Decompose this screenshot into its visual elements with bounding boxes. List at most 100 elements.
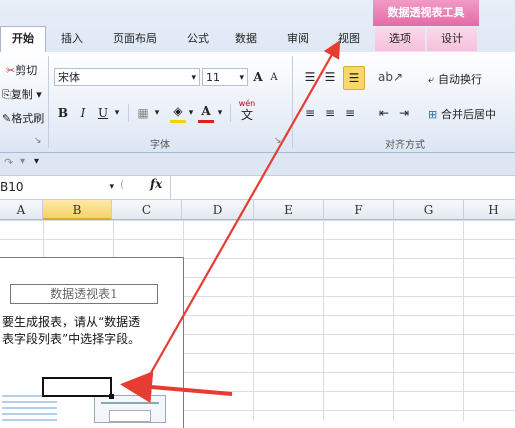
- formula-input[interactable]: [176, 179, 506, 196]
- tab-design-label: 设计: [441, 32, 463, 45]
- phonetic-guide-button[interactable]: wén 文: [236, 99, 258, 123]
- scissors-icon: ✂: [6, 64, 16, 77]
- column-header-g[interactable]: G: [394, 200, 464, 220]
- tab-data[interactable]: 数据: [226, 27, 266, 51]
- phonetic-icon: 文: [240, 108, 253, 122]
- column-header-f[interactable]: F: [324, 200, 394, 220]
- group-divider: [48, 56, 49, 148]
- merge-cells-icon: ⊞: [428, 108, 438, 121]
- column-header-c[interactable]: C: [112, 200, 182, 220]
- align-top-icon[interactable]: ☰: [302, 68, 318, 86]
- merge-center-button[interactable]: ⊞ 合并后居中: [428, 106, 496, 122]
- chevron-down-icon[interactable]: ▾: [216, 104, 224, 122]
- divider: [170, 176, 171, 199]
- wrap-text-button[interactable]: ⤶ 自动换行: [428, 71, 482, 87]
- tab-page-layout[interactable]: 页面布局: [104, 27, 166, 51]
- font-color-icon[interactable]: A: [198, 102, 214, 123]
- redo-icon[interactable]: ↷: [4, 156, 13, 169]
- chevron-down-icon[interactable]: ▾: [152, 104, 162, 122]
- alignment-group-label: 对齐方式: [385, 140, 425, 151]
- cut-label: 剪切: [15, 64, 38, 77]
- paintbrush-icon: ✎: [2, 112, 12, 125]
- wrap-text-icon: ⤶: [428, 73, 435, 86]
- increase-indent-icon[interactable]: ⇥: [396, 104, 412, 122]
- chevron-down-icon: ▾: [191, 73, 196, 83]
- tab-home-label: 开始: [12, 32, 34, 45]
- active-cell-b10[interactable]: [42, 377, 112, 397]
- column-header-e[interactable]: E: [254, 200, 324, 220]
- pivot-layout-icon: [94, 395, 166, 423]
- font-group-label: 字体: [150, 140, 170, 151]
- tab-formulas-label: 公式: [187, 32, 209, 45]
- tab-review[interactable]: 审阅: [278, 27, 318, 51]
- font-name-dropdown[interactable]: 宋体 ▾: [54, 68, 200, 86]
- pivot-instructions-line-2: 表字段列表”中选择字段。: [2, 332, 141, 346]
- chevron-down-icon[interactable]: ▾: [187, 104, 195, 122]
- pivot-table-title: 数据透视表1: [10, 284, 158, 304]
- tab-insert-label: 插入: [61, 32, 83, 45]
- divider: [101, 402, 159, 404]
- chevron-down-icon: ▾: [109, 182, 114, 192]
- divider: [230, 104, 231, 122]
- tab-data-label: 数据: [235, 32, 257, 45]
- tab-options[interactable]: 选项: [375, 27, 425, 51]
- chevron-down-icon[interactable]: ▾: [20, 156, 25, 167]
- chevron-down-icon[interactable]: ▾: [112, 104, 122, 122]
- tab-view[interactable]: 视图: [328, 27, 370, 51]
- tab-page-layout-label: 页面布局: [113, 32, 157, 45]
- name-box[interactable]: B10 ▾: [0, 178, 118, 196]
- cut-button[interactable]: ✂剪切: [6, 62, 37, 78]
- name-box-value: B10: [0, 180, 24, 194]
- font-launcher-icon[interactable]: ↘: [274, 136, 282, 146]
- customize-toolbar-icon[interactable]: ▾: [34, 156, 39, 167]
- orientation-icon[interactable]: ab↗: [378, 68, 403, 86]
- format-painter-label: 格式刷: [11, 112, 45, 125]
- wrap-text-label: 自动换行: [438, 73, 482, 86]
- borders-icon[interactable]: ▦: [134, 104, 152, 122]
- column-header-d[interactable]: D: [182, 200, 254, 220]
- resize-handle-icon[interactable]: (: [120, 178, 124, 191]
- align-bottom-icon[interactable]: ☰: [343, 66, 365, 90]
- font-name-value: 宋体: [58, 71, 80, 84]
- tab-design[interactable]: 设计: [427, 27, 477, 51]
- tab-options-label: 选项: [389, 32, 411, 45]
- column-header-h[interactable]: H: [464, 200, 515, 220]
- merge-center-label: 合并后居中: [441, 108, 497, 121]
- copy-button[interactable]: ⎘复制 ▾: [2, 86, 42, 102]
- align-middle-icon[interactable]: ☰: [322, 68, 338, 86]
- underline-button[interactable]: U: [96, 104, 110, 122]
- divider: [128, 104, 129, 122]
- bold-button[interactable]: B: [56, 104, 70, 122]
- tab-insert[interactable]: 插入: [50, 27, 94, 51]
- clipboard-launcher-icon[interactable]: ↘: [34, 136, 42, 146]
- chevron-down-icon: ▾: [239, 73, 244, 83]
- fill-color-icon[interactable]: ◈: [170, 102, 186, 123]
- tab-formulas[interactable]: 公式: [178, 27, 218, 51]
- fill-handle[interactable]: [109, 394, 114, 399]
- column-header-b[interactable]: B: [43, 200, 112, 220]
- grow-font-button[interactable]: A: [251, 68, 265, 86]
- tab-view-label: 视图: [338, 32, 360, 45]
- tab-home[interactable]: 开始: [0, 26, 46, 52]
- format-painter-button[interactable]: ✎格式刷: [2, 110, 44, 126]
- column-header-a[interactable]: A: [0, 200, 43, 220]
- italic-button[interactable]: I: [76, 104, 90, 122]
- pivot-tools-context-header: 数据透视表工具: [373, 0, 479, 26]
- tab-review-label: 审阅: [287, 32, 309, 45]
- layout-box: [109, 410, 151, 422]
- formula-bar: B10 ▾ ( fx: [0, 176, 515, 200]
- phonetic-label: wén: [238, 99, 256, 108]
- align-center-icon[interactable]: ≡: [322, 104, 338, 122]
- copy-label: 复制 ▾: [10, 88, 42, 101]
- insert-function-button[interactable]: fx: [150, 177, 162, 191]
- decrease-indent-icon[interactable]: ⇤: [376, 104, 392, 122]
- shrink-font-button[interactable]: A: [268, 69, 280, 87]
- align-left-icon[interactable]: ≡: [302, 104, 318, 122]
- pivot-instructions: 要生成报表，请从“数据透 表字段列表”中选择字段。: [2, 314, 182, 348]
- group-divider: [292, 56, 293, 148]
- align-right-icon[interactable]: ≡: [342, 104, 358, 122]
- pivot-instructions-line-1: 要生成报表，请从“数据透: [2, 315, 141, 329]
- font-size-value: 11: [206, 71, 220, 84]
- font-size-dropdown[interactable]: 11 ▾: [202, 68, 248, 86]
- copy-icon: ⎘: [2, 88, 11, 101]
